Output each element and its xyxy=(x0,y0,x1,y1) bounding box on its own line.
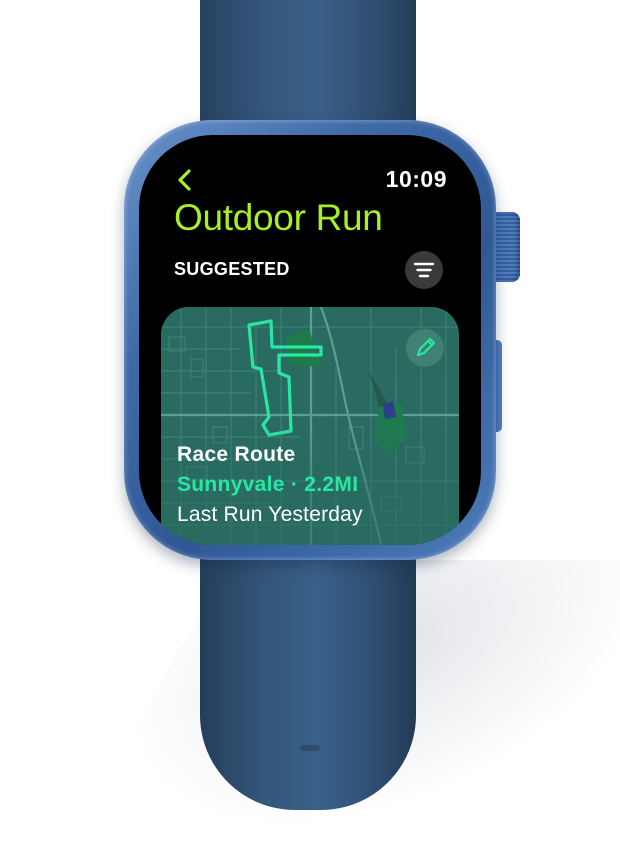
band-hole xyxy=(300,745,320,751)
filter-lines-icon xyxy=(413,262,435,278)
route-last-run: Last Run Yesterday xyxy=(177,503,363,526)
clock-time: 10:09 xyxy=(385,166,447,192)
edit-route-button[interactable] xyxy=(406,329,444,367)
watch-screen: 10:09 Outdoor Run SUGGESTED Race Route S… xyxy=(139,135,481,545)
route-name: Race Route xyxy=(177,443,296,466)
route-card[interactable]: Race Route Sunnyvale · 2.2MI Last Run Ye… xyxy=(161,307,459,545)
chevron-left-icon[interactable] xyxy=(174,169,196,191)
section-label: SUGGESTED xyxy=(174,259,290,279)
pencil-icon xyxy=(416,337,436,357)
page-title: Outdoor Run xyxy=(174,197,383,238)
route-location-distance: Sunnyvale · 2.2MI xyxy=(177,473,359,496)
filter-button[interactable] xyxy=(405,251,443,289)
